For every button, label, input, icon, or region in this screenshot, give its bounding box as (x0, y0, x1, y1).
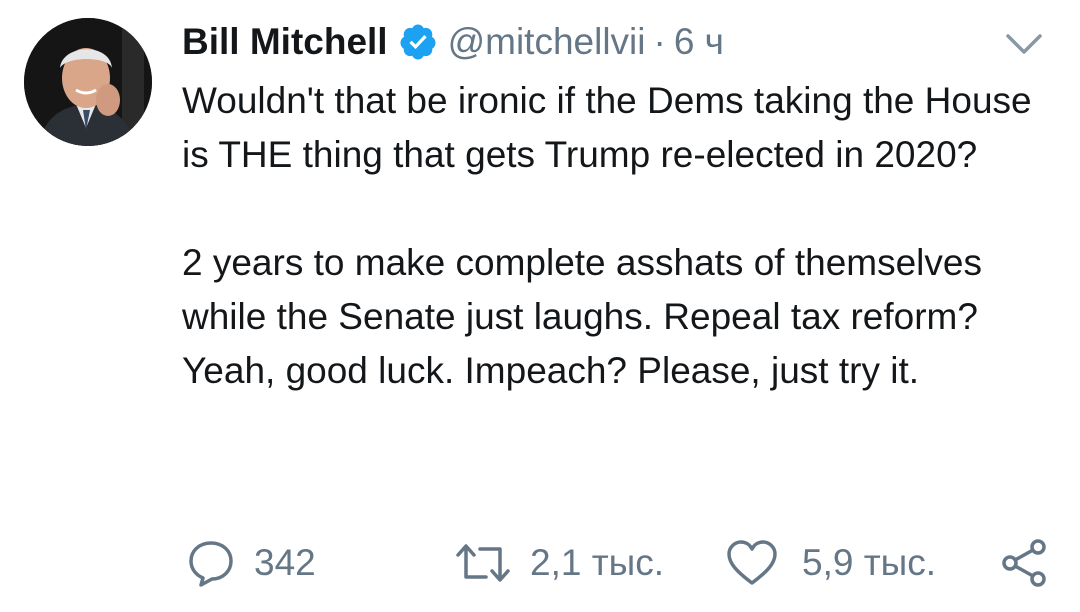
like-button[interactable]: 5,9 тыс. (726, 533, 936, 593)
like-icon (726, 539, 778, 587)
chevron-down-icon[interactable] (1004, 30, 1044, 58)
author-name[interactable]: Bill Mitchell (182, 21, 388, 63)
share-icon (998, 537, 1050, 589)
author-avatar[interactable] (24, 18, 152, 146)
reply-button[interactable]: 342 (186, 533, 316, 593)
retweet-button[interactable]: 2,1 тыс. (452, 533, 664, 593)
retweet-count: 2,1 тыс. (530, 542, 665, 583)
tweet-paragraph: Wouldn't that be ironic if the Dems taki… (182, 80, 1032, 175)
share-button[interactable] (998, 533, 1050, 593)
header-separator: · (653, 21, 666, 62)
retweet-icon (452, 541, 514, 585)
tweet-actions: 342 2,1 тыс. 5,9 тыс. (186, 533, 1056, 593)
reply-icon (186, 538, 236, 588)
tweet-paragraph: 2 years to make complete asshats of them… (182, 242, 982, 391)
reply-count: 342 (254, 542, 316, 583)
author-handle[interactable]: @mitchellvii (448, 21, 646, 63)
tweet-header: Bill Mitchell @mitchellvii · 6 ч (182, 14, 1050, 70)
tweet-timestamp[interactable]: 6 ч (674, 21, 724, 63)
like-count: 5,9 тыс. (802, 542, 937, 583)
verified-badge-icon (398, 22, 438, 62)
tweet-text: Wouldn't that be ironic if the Dems taki… (182, 74, 1062, 398)
